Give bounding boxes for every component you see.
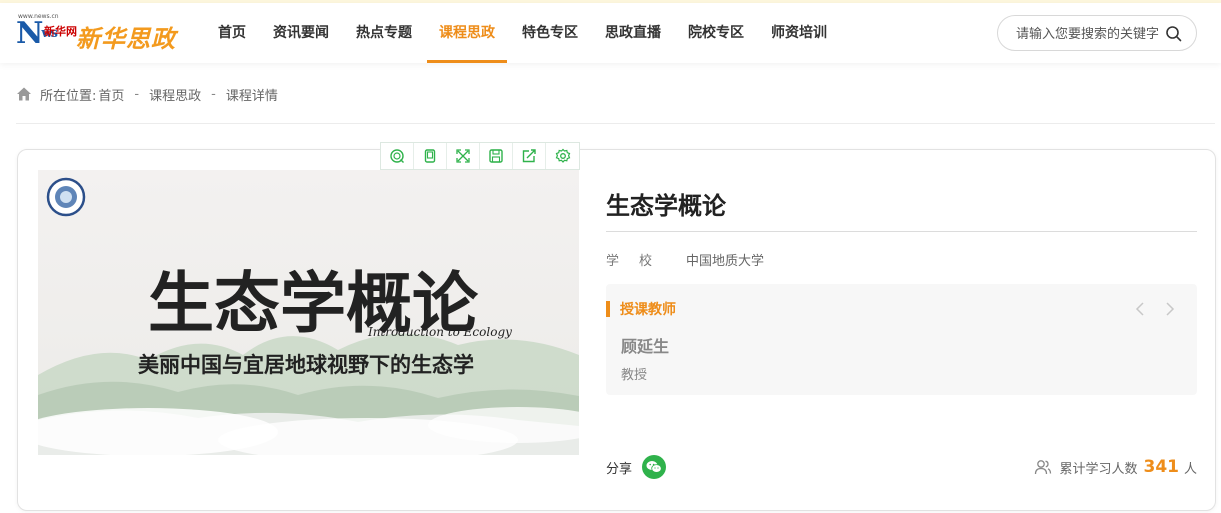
nav-item-features[interactable]: 特色专区 — [510, 3, 590, 63]
share-label: 分享 — [606, 461, 633, 477]
breadcrumb: 所在位置: 首页 - 课程思政 - 课程详情 — [16, 84, 278, 104]
school-label: 学校 — [606, 254, 673, 269]
nav-item-live[interactable]: 思政直播 — [593, 3, 673, 63]
share-out-icon — [522, 149, 536, 163]
school-name: 中国地质大学 — [686, 254, 765, 269]
breadcrumb-separator: - — [211, 86, 216, 102]
share-row: 分享 — [606, 455, 667, 479]
share-out-button[interactable] — [513, 143, 546, 169]
search-icon[interactable] — [1165, 25, 1183, 43]
breadcrumb-courses[interactable]: 课程思政 — [149, 85, 201, 104]
settings-button[interactable] — [546, 143, 579, 169]
home-icon — [17, 87, 31, 101]
settings-icon — [555, 148, 570, 163]
learner-stats: 累计学习人数 341 人 — [1034, 455, 1197, 479]
search-box — [997, 15, 1197, 51]
nav-item-training[interactable]: 师资培训 — [759, 3, 839, 63]
teacher-name[interactable]: 顾延生 — [621, 333, 669, 357]
copy-icon — [424, 149, 436, 163]
teacher-panel: 授课教师 顾延生 教授 — [606, 284, 1197, 395]
prev-teacher-button[interactable] — [1131, 300, 1149, 318]
nav-item-courses[interactable]: 课程思政 — [427, 3, 507, 63]
teacher-section-label: 授课教师 — [620, 302, 676, 318]
wechat-share-button[interactable] — [642, 455, 667, 479]
cover-slogan: 美丽中国与宜居地球视野下的生态学 — [138, 352, 474, 377]
logo-site-name: 新华网 — [44, 25, 77, 38]
title-divider — [606, 231, 1197, 232]
breadcrumb-divider — [16, 123, 1215, 124]
people-icon — [1035, 460, 1052, 475]
wechat-icon — [646, 461, 662, 473]
school-row: 学校 中国地质大学 — [606, 250, 764, 269]
teacher-title: 教授 — [621, 368, 648, 383]
teacher-header: 授课教师 — [606, 300, 676, 318]
zoom-in-button[interactable] — [381, 143, 414, 169]
chevron-right-icon — [1166, 302, 1175, 316]
cover-subtitle-en: Introduction to Ecology — [367, 325, 512, 339]
course-cover-image: 生态学概论 Introduction to Ecology 美丽中国与宜居地球视… — [38, 170, 579, 455]
breadcrumb-current: 课程详情 — [225, 88, 278, 104]
logo-title: 新华思政 — [76, 25, 176, 53]
learner-count: 341 — [1143, 457, 1179, 477]
course-title: 生态学概论 — [606, 192, 726, 220]
zoom-in-icon — [390, 149, 404, 163]
university-emblem-icon — [46, 177, 86, 217]
nav-item-schools[interactable]: 院校专区 — [676, 3, 756, 63]
fullscreen-icon — [456, 149, 470, 163]
learner-label: 累计学习人数 — [1059, 461, 1138, 477]
save-icon — [489, 149, 503, 163]
next-teacher-button[interactable] — [1161, 300, 1179, 318]
nav-item-news[interactable]: 资讯要闻 — [261, 3, 341, 63]
course-card: 生态学概论 Introduction to Ecology 美丽中国与宜居地球视… — [17, 142, 1216, 512]
save-button[interactable] — [480, 143, 513, 169]
learner-unit: 人 — [1183, 461, 1197, 477]
breadcrumb-separator: - — [134, 86, 140, 102]
teacher-pager — [1119, 300, 1179, 318]
breadcrumb-home[interactable]: 首页 — [98, 85, 124, 104]
chevron-left-icon — [1135, 302, 1144, 316]
image-toolbar — [380, 142, 580, 170]
course-info: 生态学概论 学校 中国地质大学 授课教师 顾延生 教授 分享 累计学习人数 34… — [606, 150, 1197, 512]
accent-bar — [606, 301, 610, 317]
nav-item-home[interactable]: 首页 — [206, 3, 258, 63]
main-nav: 首页 资讯要闻 热点专题 课程思政 特色专区 思政直播 院校专区 师资培训 — [206, 3, 842, 63]
search-input[interactable] — [1016, 24, 1166, 44]
nav-item-topics[interactable]: 热点专题 — [344, 3, 424, 63]
breadcrumb-prefix: 所在位置: — [40, 88, 97, 104]
site-header: www.news.cn Nws 新华网 新华思政 首页 资讯要闻 热点专题 课程… — [0, 3, 1221, 63]
site-logo[interactable]: www.news.cn Nws 新华网 新华思政 — [16, 13, 186, 53]
copy-button[interactable] — [414, 143, 447, 169]
fullscreen-button[interactable] — [447, 143, 480, 169]
cover-artwork: 生态学概论 Introduction to Ecology 美丽中国与宜居地球视… — [38, 170, 579, 455]
